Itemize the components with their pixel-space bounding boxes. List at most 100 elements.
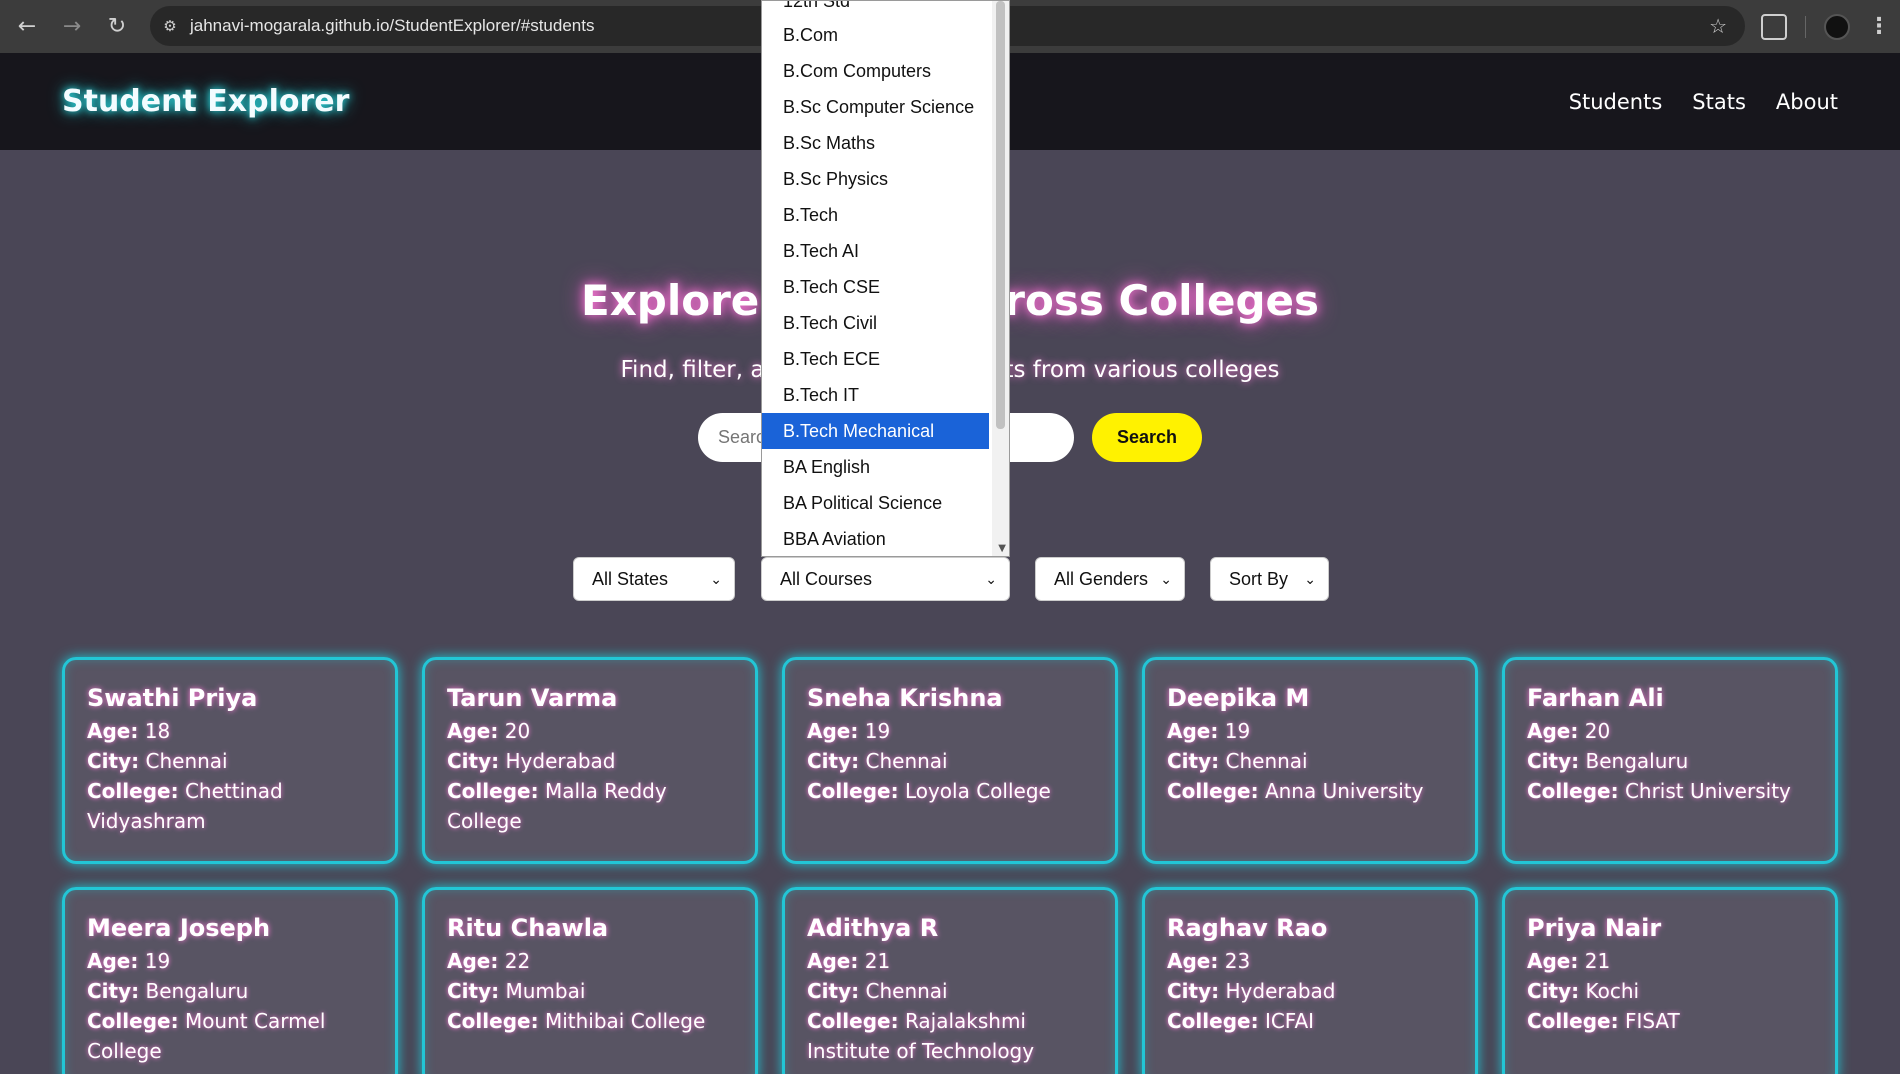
dropdown-option[interactable]: B.Tech AI [762,233,1009,269]
student-city: City: Chennai [1167,749,1308,773]
scroll-down-arrow-icon[interactable]: ▼ [998,543,1006,554]
dropdown-option[interactable]: B.Tech Civil [762,305,1009,341]
student-college: College: Christ University [1527,779,1791,803]
url-text: jahnavi-mogarala.github.io/StudentExplor… [190,16,595,35]
student-name: Farhan Ali [1527,684,1664,712]
course-filter-value: All Courses [780,568,873,589]
main-nav: Students Stats About [1569,90,1838,114]
nav-stats[interactable]: Stats [1692,90,1746,114]
student-name: Swathi Priya [87,684,258,712]
student-name: Raghav Rao [1167,914,1328,942]
reload-icon[interactable]: ↻ [95,4,139,48]
dropdown-option[interactable]: B.Tech IT [762,377,1009,413]
student-card[interactable]: Deepika M Age: 19 City: Chennai College:… [1142,657,1478,864]
student-card[interactable]: Tarun Varma Age: 20 City: Hyderabad Coll… [422,657,758,864]
hero-subtitle-right: ts from various colleges [1004,357,1280,383]
student-college: College: Mithibai College [447,1009,706,1033]
back-icon[interactable]: ← [5,4,49,48]
student-age: Age: 20 [447,719,531,743]
chevron-down-icon: ⌄ [985,570,997,587]
student-city: City: Mumbai [447,979,586,1003]
hero-title-left: Explore [581,276,760,325]
student-age: Age: 21 [807,949,891,973]
student-name: Tarun Varma [447,684,618,712]
toolbar-divider [1805,15,1806,38]
sort-select[interactable]: Sort By ⌄ [1210,557,1329,601]
student-name: Deepika M [1167,684,1310,712]
dropdown-option[interactable]: B.Tech CSE [762,269,1009,305]
dropdown-scrollbar[interactable]: ▼ [992,1,1009,556]
student-city: City: Chennai [807,749,948,773]
hero-title-right: ross Colleges [1004,276,1319,325]
scrollbar-thumb[interactable] [996,1,1005,429]
student-age: Age: 19 [807,719,891,743]
student-city: City: Hyderabad [447,749,616,773]
student-city: City: Bengaluru [1527,749,1689,773]
dropdown-option-selected[interactable]: B.Tech Mechanical [762,413,989,449]
dropdown-option[interactable]: B.Sc Computer Science [762,89,1009,125]
student-college: College: Loyola College [807,779,1051,803]
chevron-down-icon: ⌄ [1160,570,1172,587]
student-name: Priya Nair [1527,914,1662,942]
dropdown-option[interactable]: B.Com Computers [762,53,1009,89]
student-age: Age: 19 [1167,719,1251,743]
student-college: College: Anna University [1167,779,1424,803]
dropdown-option[interactable]: B.Sc Physics [762,161,1009,197]
student-college: College: ICFAI [1167,1009,1315,1033]
student-age: Age: 19 [87,949,171,973]
extensions-icon[interactable] [1761,13,1787,40]
student-name: Meera Joseph [87,914,271,942]
student-card[interactable]: Swathi Priya Age: 18 City: Chennai Colle… [62,657,398,864]
student-card[interactable]: Raghav Rao Age: 23 City: Hyderabad Colle… [1142,887,1478,1074]
dropdown-option[interactable]: B.Com [762,17,1009,53]
student-name: Adithya R [807,914,939,942]
student-college: College: Malla Reddy College [447,779,667,833]
site-info-icon[interactable]: ⚙ [150,17,190,35]
student-age: Age: 23 [1167,949,1251,973]
student-card[interactable]: Adithya R Age: 21 City: Chennai College:… [782,887,1118,1074]
dropdown-option[interactable]: B.Tech [762,197,1009,233]
profile-avatar[interactable] [1824,13,1850,40]
student-card[interactable]: Ritu Chawla Age: 22 City: Mumbai College… [422,887,758,1074]
course-dropdown-list[interactable]: 12th Std B.Com B.Com Computers B.Sc Comp… [761,0,1010,557]
forward-icon[interactable]: → [50,4,94,48]
student-city: City: Chennai [807,979,948,1003]
state-filter-select[interactable]: All States ⌄ [573,557,735,601]
student-college: College: FISAT [1527,1009,1680,1033]
dropdown-option[interactable]: BBA Aviation [762,521,1009,556]
nav-about[interactable]: About [1776,90,1838,114]
student-college: College: Mount Carmel College [87,1009,326,1063]
gender-filter-value: All Genders [1054,568,1149,589]
student-city: City: Chennai [87,749,228,773]
student-age: Age: 22 [447,949,531,973]
dropdown-option[interactable]: BA Political Science [762,485,1009,521]
student-card[interactable]: Meera Joseph Age: 19 City: Bengaluru Col… [62,887,398,1074]
search-button[interactable]: Search [1092,413,1202,462]
student-name: Ritu Chawla [447,914,609,942]
nav-students[interactable]: Students [1569,90,1663,114]
student-city: City: Kochi [1527,979,1640,1003]
bookmark-star-icon[interactable]: ☆ [1709,14,1727,38]
student-card[interactable]: Priya Nair Age: 21 City: Kochi College: … [1502,887,1838,1074]
student-age: Age: 18 [87,719,171,743]
brand-logo[interactable]: Student Explorer [62,84,349,119]
student-name: Sneha Krishna [807,684,1003,712]
student-city: City: Hyderabad [1167,979,1336,1003]
state-filter-value: All States [592,568,669,589]
student-college: College: Chettinad Vidyashram [87,779,283,833]
student-age: Age: 21 [1527,949,1611,973]
sort-value: Sort By [1229,568,1289,589]
dropdown-option[interactable]: B.Tech ECE [762,341,1009,377]
student-card[interactable]: Sneha Krishna Age: 19 City: Chennai Coll… [782,657,1118,864]
student-city: City: Bengaluru [87,979,249,1003]
course-filter-select[interactable]: All Courses ⌄ [761,557,1010,601]
browser-menu-icon[interactable]: ⋮ [1868,14,1890,39]
dropdown-option[interactable]: B.Sc Maths [762,125,1009,161]
student-card[interactable]: Farhan Ali Age: 20 City: Bengaluru Colle… [1502,657,1838,864]
dropdown-option-partial[interactable]: 12th Std [762,1,1009,17]
student-age: Age: 20 [1527,719,1611,743]
dropdown-option[interactable]: BA English [762,449,1009,485]
chevron-down-icon: ⌄ [710,570,722,587]
student-college: College: Rajalakshmi Institute of Techno… [807,1009,1035,1063]
gender-filter-select[interactable]: All Genders ⌄ [1035,557,1185,601]
